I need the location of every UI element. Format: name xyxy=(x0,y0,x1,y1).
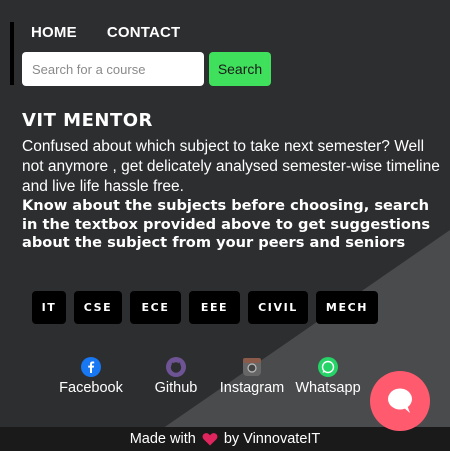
branch-button-it[interactable]: IT xyxy=(32,291,66,324)
social-label-instagram: Instagram xyxy=(219,380,285,396)
social-link-instagram[interactable]: Instagram xyxy=(216,357,288,396)
branch-button-civil[interactable]: CIVIL xyxy=(248,291,308,324)
chat-bubble-icon xyxy=(388,388,412,413)
branch-buttons: IT CSE ECE EEE CIVIL MECH xyxy=(32,291,378,324)
footer-prefix: Made with xyxy=(129,431,196,447)
social-link-whatsapp[interactable]: Whatsapp xyxy=(293,357,363,396)
search-input[interactable] xyxy=(22,52,204,86)
nav-home-link[interactable]: HOME xyxy=(31,24,77,41)
hero-description: Confused about which subject to take nex… xyxy=(22,138,440,195)
footer-suffix: by VinnovateIT xyxy=(223,431,321,447)
search-button[interactable]: Search xyxy=(209,52,271,86)
whatsapp-icon xyxy=(318,357,338,377)
social-label-whatsapp: Whatsapp xyxy=(295,380,361,396)
nav-accent-bar xyxy=(10,22,14,85)
facebook-icon xyxy=(81,357,101,377)
social-links: Facebook Github Instagram Whatsapp xyxy=(58,357,363,396)
top-nav: HOME CONTACT xyxy=(31,24,180,41)
social-label-github: Github xyxy=(154,380,198,396)
branch-button-mech[interactable]: MECH xyxy=(316,291,378,324)
social-label-facebook: Facebook xyxy=(59,380,123,396)
instagram-icon xyxy=(243,358,261,376)
branch-button-eee[interactable]: EEE xyxy=(189,291,240,324)
github-icon xyxy=(166,357,186,377)
branch-button-cse[interactable]: CSE xyxy=(74,291,122,324)
page: HOME CONTACT Search VIT MENTOR Confused … xyxy=(0,0,450,451)
branch-button-ece[interactable]: ECE xyxy=(130,291,181,324)
page-title: VIT MENTOR xyxy=(22,110,153,131)
chat-button[interactable] xyxy=(370,371,430,431)
footer: Made with by VinnovateIT xyxy=(0,427,450,451)
social-link-github[interactable]: Github xyxy=(141,357,211,396)
social-link-facebook[interactable]: Facebook xyxy=(58,357,124,396)
nav-contact-link[interactable]: CONTACT xyxy=(107,24,181,41)
heart-icon xyxy=(202,433,218,446)
hero-instructions: Know about the subjects before choosing,… xyxy=(22,197,431,251)
